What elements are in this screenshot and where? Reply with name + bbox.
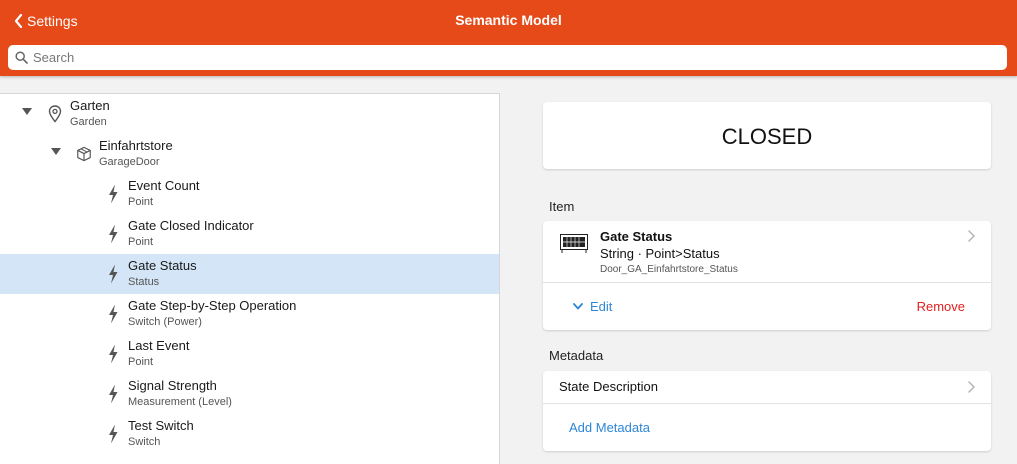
chevron-down-icon xyxy=(573,303,583,310)
box-icon xyxy=(76,144,92,164)
tree-node-sublabel: Point xyxy=(128,356,154,368)
divider xyxy=(543,403,991,404)
tree-node-sublabel: Switch (Power) xyxy=(128,316,202,328)
tree-node-label: Event Count xyxy=(128,178,200,193)
tree-node-point[interactable]: Last Event Point xyxy=(0,334,499,374)
navbar: Settings Semantic Model xyxy=(0,0,1017,76)
item-state-value: CLOSED xyxy=(721,124,813,149)
divider xyxy=(543,282,991,283)
caret-down-icon[interactable] xyxy=(51,148,61,156)
tree-node-sublabel: Point xyxy=(128,196,154,208)
add-metadata-button[interactable]: Add Metadata xyxy=(569,420,650,435)
item-card: Gate Status String · Point>Status Door_G… xyxy=(543,221,991,330)
tree-node-label: Gate Closed Indicator xyxy=(128,218,254,233)
state-card: CLOSED xyxy=(543,102,991,169)
chevron-right-icon[interactable] xyxy=(968,230,975,242)
bolt-icon xyxy=(105,184,121,204)
metadata-section-title: Metadata xyxy=(549,348,604,363)
tree-node-point-selected[interactable]: Gate Status Status xyxy=(0,254,499,294)
item-section-title: Item xyxy=(549,199,575,214)
bolt-icon xyxy=(105,224,121,244)
tree-node-sublabel: Switch xyxy=(128,436,161,448)
tree-node-sublabel: Point xyxy=(128,236,154,248)
tree-node-point[interactable]: Gate Step-by-Step Operation Switch (Powe… xyxy=(0,294,499,334)
tree-node-label: Garten xyxy=(70,98,110,113)
bolt-icon xyxy=(105,344,121,364)
page-title: Semantic Model xyxy=(455,12,562,28)
tree-node-label: Einfahrtstore xyxy=(99,138,173,153)
tree-node-point[interactable]: Event Count Point xyxy=(0,174,499,214)
bolt-icon xyxy=(105,384,121,404)
tree-node-sublabel: Measurement (Level) xyxy=(128,396,232,408)
semantic-tree: Garten Garden Einfahrtstore GarageDoor E… xyxy=(0,93,500,464)
location-pin-icon xyxy=(47,104,63,124)
caret-down-icon[interactable] xyxy=(22,108,32,116)
tree-node-sublabel: Status xyxy=(128,276,160,288)
detail-pane: CLOSED Item Gate Status String · Point>S… xyxy=(500,93,1017,463)
tree-node-point[interactable]: Gate Closed Indicator Point xyxy=(0,214,499,254)
tree-node-point[interactable]: Test Switch Switch xyxy=(0,414,499,454)
item-id: Door_GA_Einfahrtstore_Status xyxy=(600,264,738,275)
item-thumbnail-icon xyxy=(560,234,588,253)
chevron-right-icon xyxy=(968,381,975,393)
tree-node-equipment[interactable]: Einfahrtstore GarageDoor xyxy=(0,134,499,174)
search-icon xyxy=(15,51,28,64)
bolt-icon xyxy=(105,264,121,284)
remove-button[interactable]: Remove xyxy=(917,299,965,314)
tree-node-label: Signal Strength xyxy=(128,378,217,393)
tree-node-label: Last Event xyxy=(128,338,190,353)
state-description-row[interactable]: State Description xyxy=(543,371,991,403)
edit-button[interactable]: Edit xyxy=(573,299,612,314)
tree-node-sublabel: GarageDoor xyxy=(99,156,160,168)
tree-node-point[interactable]: Signal Strength Measurement (Level) xyxy=(0,374,499,414)
bolt-icon xyxy=(105,304,121,324)
tree-node-location[interactable]: Garten Garden xyxy=(0,94,499,134)
item-type: String · Point>Status xyxy=(600,246,720,261)
tree-node-label: Gate Step-by-Step Operation xyxy=(128,298,297,313)
search-input[interactable] xyxy=(33,50,963,65)
state-description-label: State Description xyxy=(559,379,658,394)
bolt-icon xyxy=(105,424,121,444)
item-name: Gate Status xyxy=(600,229,673,244)
search-bar[interactable] xyxy=(8,45,1007,70)
tree-node-label: Test Switch xyxy=(128,418,194,433)
tree-node-label: Gate Status xyxy=(128,258,197,273)
edit-label: Edit xyxy=(590,299,613,314)
tree-node-sublabel: Garden xyxy=(70,116,107,128)
metadata-card: State Description Add Metadata xyxy=(543,371,991,451)
